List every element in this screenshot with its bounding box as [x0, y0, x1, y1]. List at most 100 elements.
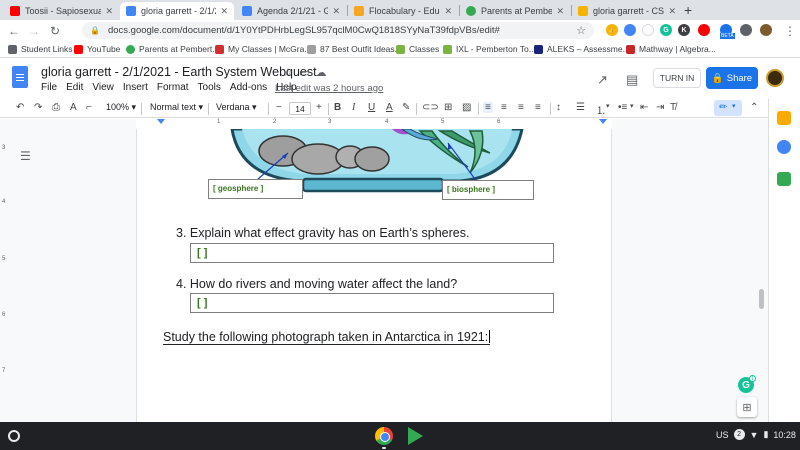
close-tab-icon[interactable]: ✕: [332, 6, 340, 17]
extension-read-icon[interactable]: [642, 24, 654, 36]
tab-agenda[interactable]: Agenda 2/1/21 - Google ✕: [236, 2, 346, 20]
bold-icon[interactable]: B: [334, 102, 341, 113]
menu-addons[interactable]: Add-ons: [230, 82, 267, 93]
keep-icon[interactable]: [777, 111, 791, 125]
spellcheck-icon[interactable]: A: [70, 102, 77, 113]
collapse-toolbar-icon[interactable]: ⌃: [750, 102, 758, 113]
share-button[interactable]: 🔒 Share: [706, 67, 758, 89]
question-3-answer-box[interactable]: [ ]: [190, 243, 554, 263]
clear-formatting-icon[interactable]: T̸: [670, 102, 676, 113]
print-icon[interactable]: ⎙: [52, 102, 60, 113]
left-indent-marker[interactable]: [157, 119, 165, 124]
bulleted-list-dropdown-icon[interactable]: ▾: [630, 102, 634, 110]
close-tab-icon[interactable]: ✕: [105, 6, 113, 17]
decrease-indent-icon[interactable]: ⇤: [640, 102, 648, 113]
italic-icon[interactable]: I: [352, 102, 355, 113]
calendar-addon-icon[interactable]: [777, 172, 791, 186]
bookmark-student-links[interactable]: Student Links: [8, 44, 73, 54]
redo-icon[interactable]: ↷: [34, 102, 42, 113]
align-center-icon[interactable]: ≡: [501, 102, 507, 113]
menu-file[interactable]: File: [41, 82, 57, 93]
align-justify-icon[interactable]: ≡: [535, 102, 541, 113]
tab-csi-math[interactable]: gloria garrett - CSI Math ✕: [572, 2, 682, 20]
biosphere-label-box[interactable]: [ biosphere ]: [442, 180, 534, 200]
comment-icon[interactable]: ⊞: [444, 102, 452, 113]
zoom-select[interactable]: 100% ▾: [106, 102, 136, 113]
menu-tools[interactable]: Tools: [198, 82, 221, 93]
reload-icon[interactable]: ↻: [50, 24, 60, 38]
profile-avatar[interactable]: [760, 24, 772, 36]
underline-icon[interactable]: U: [368, 102, 375, 113]
extension-thumb-icon[interactable]: 👍: [606, 24, 618, 36]
bookmark-aleks[interactable]: ALEKS – Assessme...: [534, 44, 630, 54]
numbered-list-icon[interactable]: ⒈: [596, 102, 606, 117]
bulleted-list-icon[interactable]: •≡: [618, 102, 627, 113]
increase-font-icon[interactable]: +: [316, 102, 322, 113]
align-left-icon[interactable]: ≡: [483, 102, 493, 113]
grammarly-extension-icon[interactable]: G: [660, 24, 672, 36]
paint-format-icon[interactable]: ⌐: [86, 102, 92, 113]
menu-dots-icon[interactable]: ⋮: [784, 24, 796, 38]
new-tab-button[interactable]: +: [684, 2, 692, 18]
font-size-input[interactable]: 14: [289, 102, 311, 115]
turn-in-button[interactable]: TURN IN: [653, 68, 701, 88]
bookmark-mcgraw[interactable]: My Classes | McGra...: [215, 44, 311, 54]
align-right-icon[interactable]: ≡: [518, 102, 524, 113]
checklist-icon[interactable]: ☰: [576, 102, 585, 113]
launcher-icon[interactable]: [8, 430, 20, 442]
tab-toosii[interactable]: Toosii - Sapiosexual ✕: [4, 2, 119, 20]
close-tab-icon[interactable]: ✕: [444, 6, 452, 17]
bookmark-star-icon[interactable]: ☆: [576, 24, 586, 37]
right-indent-marker[interactable]: [599, 119, 607, 124]
comments-icon[interactable]: ▤: [626, 72, 638, 88]
menu-edit[interactable]: Edit: [66, 82, 83, 93]
menu-format[interactable]: Format: [157, 82, 189, 93]
bookmark-classes[interactable]: Classes: [396, 44, 439, 54]
docs-logo-icon[interactable]: [12, 66, 28, 88]
cloud-status-icon[interactable]: ☁: [316, 67, 327, 79]
close-tab-icon[interactable]: ✕: [556, 6, 564, 17]
close-tab-icon[interactable]: ✕: [220, 6, 228, 17]
numbered-list-dropdown-icon[interactable]: ▾: [606, 102, 610, 110]
explore-button[interactable]: ⊞: [737, 397, 757, 417]
activity-trend-icon[interactable]: ↗: [597, 72, 608, 88]
last-edit-link[interactable]: Last edit was 2 hours ago: [275, 83, 383, 94]
url-bar[interactable]: 🔒 docs.google.com/document/d/1Y0YtPDHrbL…: [82, 22, 594, 39]
bookmark-outfit-ideas[interactable]: 87 Best Outfit Ideas...: [307, 44, 402, 54]
close-tab-icon[interactable]: ✕: [668, 6, 676, 17]
forward-arrow-icon[interactable]: →: [28, 24, 40, 38]
back-arrow-icon[interactable]: ←: [8, 24, 20, 38]
tasks-icon[interactable]: [777, 140, 791, 154]
question-4-answer-box[interactable]: [ ]: [190, 293, 554, 313]
menu-view[interactable]: View: [92, 82, 114, 93]
paragraph-style-select[interactable]: Normal text ▾: [150, 102, 203, 113]
chrome-icon[interactable]: [375, 427, 393, 445]
font-select[interactable]: Verdana ▾: [216, 102, 257, 113]
undo-icon[interactable]: ↶: [16, 102, 24, 113]
tab-gloria-garrett-doc[interactable]: gloria garrett - 2/1/2021 ✕: [120, 2, 234, 20]
tab-parents-pemberton[interactable]: Parents at Pemberton ✕: [460, 2, 570, 20]
bookmark-ixl[interactable]: IXL - Pemberton To...: [443, 44, 536, 54]
line-spacing-icon[interactable]: ↕: [556, 102, 561, 113]
move-to-folder-icon[interactable]: ▭: [299, 67, 309, 79]
document-title[interactable]: gloria garrett - 2/1/2021 - Earth System…: [41, 65, 317, 79]
account-avatar[interactable]: [766, 69, 784, 87]
geosphere-label-box[interactable]: [ geosphere ]: [208, 179, 303, 199]
increase-indent-icon[interactable]: ⇥: [656, 102, 664, 113]
highlight-icon[interactable]: ✎: [402, 102, 410, 113]
image-icon[interactable]: ▨: [462, 102, 471, 113]
bookmark-youtube[interactable]: YouTube: [74, 44, 120, 54]
menu-insert[interactable]: Insert: [123, 82, 148, 93]
bookmark-parents-pemberton[interactable]: Parents at Pembert...: [126, 44, 219, 54]
link-icon[interactable]: ⊂⊃: [422, 102, 439, 113]
play-store-icon[interactable]: [408, 427, 423, 445]
status-tray[interactable]: US 2 ▼ ▮ 10:28: [716, 429, 796, 440]
text-color-icon[interactable]: A: [386, 102, 393, 113]
extension-blue-icon[interactable]: [624, 24, 636, 36]
decrease-font-icon[interactable]: −: [276, 102, 282, 113]
vertical-scrollbar[interactable]: [759, 289, 764, 309]
tab-flocabulary[interactable]: Flocabulary - Education ✕: [348, 2, 458, 20]
bookmark-mathway[interactable]: Mathway | Algebra...: [626, 44, 716, 54]
extension-red-icon[interactable]: [698, 24, 710, 36]
star-icon[interactable]: ☆: [283, 67, 293, 79]
